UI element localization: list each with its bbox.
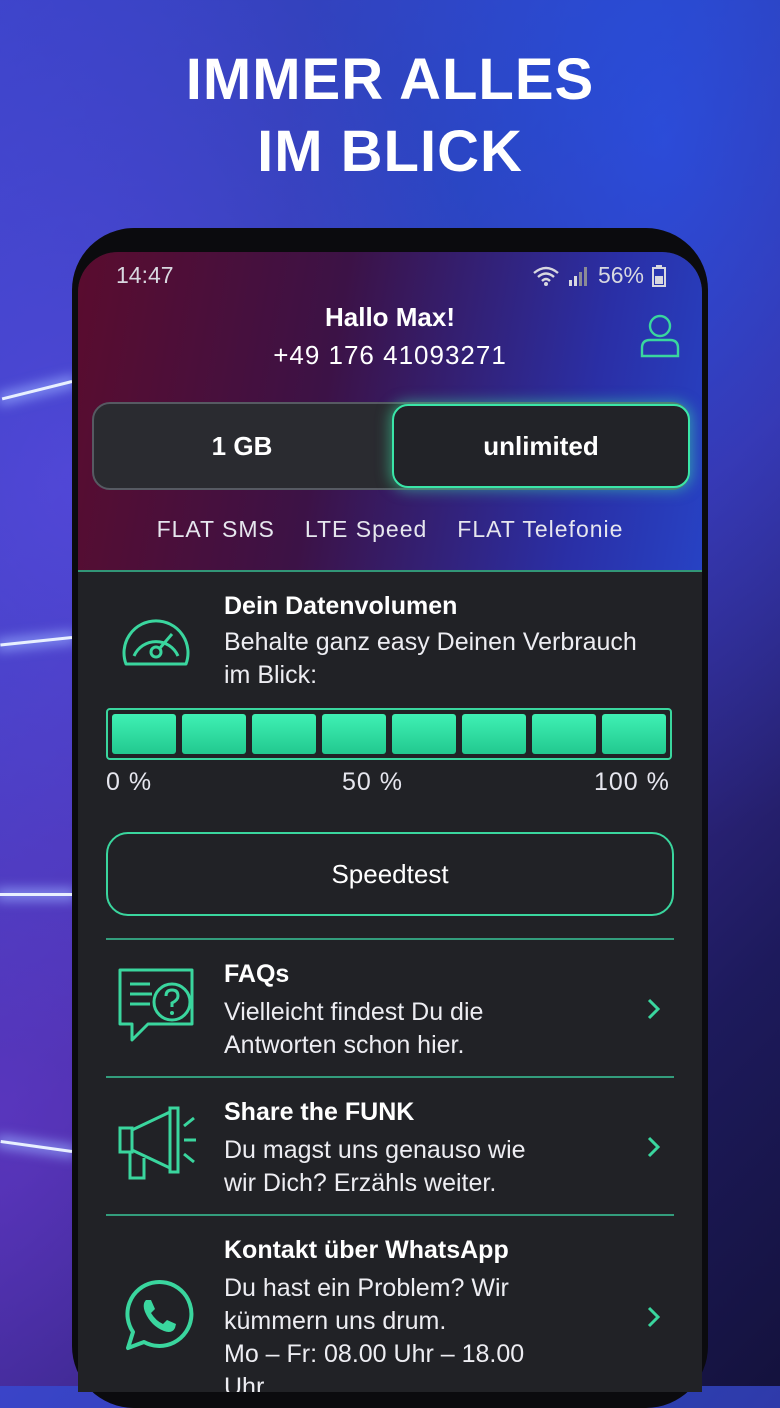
data-volume-text-line: im Blick: xyxy=(224,661,318,689)
status-icons: 56% xyxy=(532,262,666,289)
header-divider xyxy=(78,570,702,572)
headline-line-1: IMMER ALLES xyxy=(185,47,595,112)
faq-text-line: Vielleicht findest Du die xyxy=(224,998,484,1026)
laser-line xyxy=(0,636,73,647)
battery-percent: 56% xyxy=(597,262,644,288)
whatsapp-text: Du hast ein Problem? Wir kümmern uns dru… xyxy=(224,1272,524,1392)
plan-option-unlimited[interactable]: unlimited xyxy=(392,404,690,488)
plan-features: FLAT SMS LTE Speed FLAT Telefonie xyxy=(78,516,702,543)
share-text: Du magst uns genauso wie wir Dich? Erzäh… xyxy=(224,1134,526,1200)
data-volume-text-line: Behalte ganz easy Deinen Verbrauch xyxy=(224,628,637,656)
faq-question-icon xyxy=(118,968,194,1042)
usage-segment xyxy=(252,714,316,754)
whatsapp-text-line: Du hast ein Problem? Wir xyxy=(224,1274,509,1302)
status-bar: 14:47 56% xyxy=(78,260,702,292)
chevron-right-icon xyxy=(647,1306,661,1328)
usage-segment xyxy=(602,714,666,754)
laser-line xyxy=(0,1139,73,1153)
greeting: Hallo Max! xyxy=(324,302,456,332)
wifi-icon xyxy=(533,266,559,286)
speedometer-icon xyxy=(122,619,190,666)
speedtest-button[interactable]: Speedtest xyxy=(106,832,674,916)
scale-mid: 50 % xyxy=(342,768,403,796)
faq-text: Vielleicht findest Du die Antworten scho… xyxy=(224,996,483,1062)
menu-item-faqs[interactable]: FAQs Vielleicht findest Du die Antworten… xyxy=(78,940,702,1076)
feature-sms: FLAT SMS xyxy=(156,516,275,542)
plan-toggle: 1 GB unlimited xyxy=(92,402,690,490)
data-volume-title: Dein Datenvolumen xyxy=(224,592,458,620)
signal-icon xyxy=(568,266,587,286)
chevron-right-icon xyxy=(647,1136,661,1158)
share-title: Share the FUNK xyxy=(224,1098,415,1126)
chevron-right-icon xyxy=(647,998,661,1020)
account-header: 14:47 56% Hallo Max! +49 176 41093271 1 … xyxy=(78,252,702,570)
laser-line xyxy=(1,380,73,401)
data-usage-bar xyxy=(106,708,672,760)
usage-segment xyxy=(392,714,456,754)
faq-title: FAQs xyxy=(224,960,290,988)
usage-segment xyxy=(182,714,246,754)
usage-segment xyxy=(322,714,386,754)
usage-segment xyxy=(532,714,596,754)
scale-min: 0 % xyxy=(106,768,153,796)
promo-headline: IMMER ALLES IM BLICK xyxy=(0,44,780,188)
feature-lte: LTE Speed xyxy=(304,516,428,542)
laser-line xyxy=(0,893,72,896)
plan-option-1gb[interactable]: 1 GB xyxy=(94,404,390,488)
faq-text-line: Antworten schon hier. xyxy=(224,1031,465,1059)
headline-line-2: IM BLICK xyxy=(257,119,523,184)
whatsapp-text-line: kümmern uns drum. xyxy=(224,1307,447,1335)
usage-segment xyxy=(112,714,176,754)
profile-icon[interactable] xyxy=(640,314,680,358)
menu-item-share[interactable]: Share the FUNK Du magst uns genauso wie … xyxy=(78,1078,702,1214)
status-time: 14:47 xyxy=(116,262,174,288)
megaphone-icon xyxy=(118,1106,196,1180)
whatsapp-text-line: Mo – Fr: 08.00 Uhr – 18.00 xyxy=(224,1340,525,1368)
battery-icon xyxy=(652,264,666,287)
share-text-line: wir Dich? Erzähls weiter. xyxy=(224,1169,497,1197)
scale-max: 100 % xyxy=(594,768,670,796)
whatsapp-icon xyxy=(125,1279,194,1350)
data-volume-text: Behalte ganz easy Deinen Verbrauch im Bl… xyxy=(224,626,637,692)
menu-item-whatsapp[interactable]: Kontakt über WhatsApp Du hast ein Proble… xyxy=(78,1216,702,1392)
feature-telefonie: FLAT Telefonie xyxy=(457,516,624,542)
usage-segment xyxy=(462,714,526,754)
app-screen: 14:47 56% Hallo Max! +49 176 41093271 1 … xyxy=(78,252,702,1392)
phone-number: +49 176 41093271 xyxy=(273,340,507,370)
share-text-line: Du magst uns genauso wie xyxy=(224,1136,526,1164)
whatsapp-title: Kontakt über WhatsApp xyxy=(224,1236,509,1264)
whatsapp-text-line: Uhr xyxy=(224,1373,265,1392)
